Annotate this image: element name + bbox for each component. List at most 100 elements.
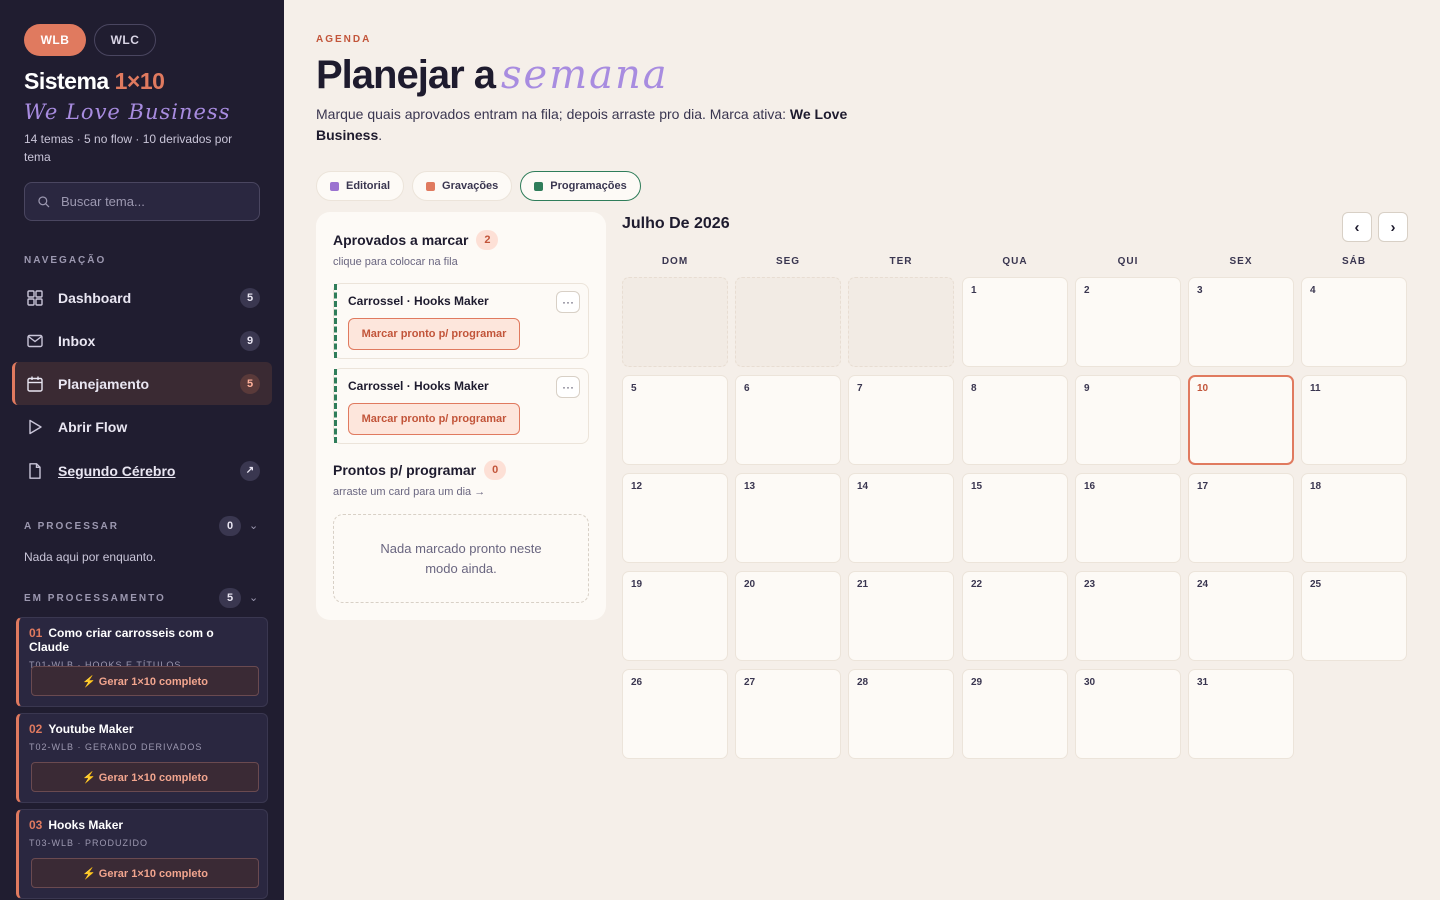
approved-hint: clique para colocar na fila <box>333 256 458 268</box>
nav-item-planejamento[interactable]: Planejamento 5 <box>12 362 272 405</box>
day-number: 4 <box>1310 285 1316 296</box>
mark-ready-button[interactable]: Marcar pronto p/ programar <box>348 318 520 350</box>
nav-item-label: Abrir Flow <box>58 418 128 435</box>
page-title-script: semana <box>501 52 669 98</box>
calendar-day[interactable]: 5 <box>622 375 728 465</box>
brand-button-wlb[interactable]: WLB <box>24 24 86 56</box>
day-number: 7 <box>857 383 863 394</box>
filter-programacoes[interactable]: Programações <box>520 171 641 201</box>
calendar-day[interactable]: 7 <box>848 375 954 465</box>
theme-card[interactable]: 01 Como criar carrosseis com o Claude T01… <box>16 617 268 707</box>
filter-editorial[interactable]: Editorial <box>316 171 405 201</box>
next-month-button[interactable]: › <box>1378 212 1408 242</box>
app-meta: 14 temas · 5 no flow · 10 derivados por … <box>24 132 233 164</box>
nav-section-label: NAVEGAÇÃO <box>24 255 107 266</box>
calendar-day[interactable]: 16 <box>1075 473 1181 563</box>
calendar-empty-cell <box>848 277 954 367</box>
more-options-icon[interactable]: ··· <box>556 291 580 313</box>
calendar-day[interactable]: 15 <box>962 473 1068 563</box>
calendar-day[interactable]: 11 <box>1301 375 1407 465</box>
calendar-day[interactable]: 14 <box>848 473 954 563</box>
nav-item-segundo-cerebro[interactable]: Segundo Cérebro ↗ <box>12 449 272 492</box>
nav-item-dashboard[interactable]: Dashboard 5 <box>12 276 272 319</box>
theme-card-title: 01 Como criar carrosseis com o Claude <box>29 626 257 654</box>
calendar-day[interactable]: 29 <box>962 669 1068 759</box>
calendar-day[interactable]: 21 <box>848 571 954 661</box>
day-number: 12 <box>631 481 643 492</box>
app-title-accent: 1×10 <box>114 68 165 94</box>
calendar-day[interactable]: 9 <box>1075 375 1181 465</box>
day-number: 8 <box>971 383 977 394</box>
weekday-label: DOM <box>661 256 689 267</box>
calendar-day[interactable]: 24 <box>1188 571 1294 661</box>
search-icon <box>38 195 50 207</box>
nav-item-abrir-flow[interactable]: Abrir Flow <box>12 405 272 448</box>
calendar-day[interactable]: 12 <box>622 473 728 563</box>
card-dashed-bar <box>334 369 337 443</box>
generate-button[interactable]: ⚡ Gerar 1×10 completo <box>31 666 259 696</box>
calendar-day[interactable]: 31 <box>1188 669 1294 759</box>
calendar-day[interactable]: 13 <box>735 473 841 563</box>
generate-button[interactable]: ⚡ Gerar 1×10 completo <box>31 858 259 888</box>
calendar-day[interactable]: 19 <box>622 571 728 661</box>
calendar-day[interactable]: 3 <box>1188 277 1294 367</box>
calendar-day[interactable]: 17 <box>1188 473 1294 563</box>
generate-button[interactable]: ⚡ Gerar 1×10 completo <box>31 762 259 792</box>
theme-card-title-text: Como criar carrosseis com o Claude <box>29 626 214 654</box>
calendar-month-title: Julho De 2026 <box>622 215 730 232</box>
weekday-label: SEG <box>775 256 801 267</box>
theme-card-number: 02 <box>29 722 43 736</box>
calendar-day[interactable]: 25 <box>1301 571 1407 661</box>
theme-card[interactable]: 03 Hooks Maker T03-WLB · PRODUZIDO ⚡ Gera… <box>16 809 268 899</box>
play-icon <box>29 419 42 434</box>
theme-card[interactable]: 02 Youtube Maker T02-WLB · GERANDO DERIVA… <box>16 713 268 803</box>
processing-empty-note: Nada aqui por enquanto. <box>24 550 157 564</box>
calendar-day[interactable]: 4 <box>1301 277 1407 367</box>
more-options-icon[interactable]: ··· <box>556 376 580 398</box>
day-number: 31 <box>1197 677 1209 688</box>
approved-card[interactable]: Carrossel · Hooks Maker ··· Marcar pront… <box>333 368 589 444</box>
calendar-day[interactable]: 27 <box>735 669 841 759</box>
app-subtitle: We Love Business <box>24 100 231 124</box>
approved-count: 2 <box>476 230 499 250</box>
filter-label: Programações <box>550 180 627 192</box>
filter-gravacoes[interactable]: Gravações <box>412 171 513 201</box>
chevron-down-icon[interactable]: ⌄ <box>249 591 258 604</box>
prev-month-button[interactable]: ‹ <box>1342 212 1372 242</box>
day-number: 9 <box>1084 383 1090 394</box>
mark-ready-button[interactable]: Marcar pronto p/ programar <box>348 403 520 435</box>
approved-card[interactable]: Carrossel · Hooks Maker ··· Marcar pront… <box>333 283 589 359</box>
filter-label: Gravações <box>442 180 499 192</box>
day-number: 11 <box>1310 383 1321 394</box>
weekday-label: SÁB <box>1341 256 1367 267</box>
nav-badge: 9 <box>240 330 260 351</box>
calendar-day[interactable]: 6 <box>735 375 841 465</box>
day-number: 27 <box>744 677 756 688</box>
calendar-day-today[interactable]: 10 <box>1188 375 1294 465</box>
nav-item-inbox[interactable]: Inbox 9 <box>12 319 272 362</box>
calendar-day[interactable]: 22 <box>962 571 1068 661</box>
calendar-day[interactable]: 18 <box>1301 473 1407 563</box>
nav-item-label: Inbox <box>58 332 96 349</box>
theme-card-number: 01 <box>29 626 43 640</box>
calendar-day[interactable]: 23 <box>1075 571 1181 661</box>
calendar-empty-cell <box>622 277 728 367</box>
in-progress-count: 5 <box>219 588 241 608</box>
processing-section-label: A PROCESSAR <box>24 521 119 532</box>
calendar-day[interactable]: 30 <box>1075 669 1181 759</box>
day-number: 24 <box>1197 579 1209 590</box>
calendar-day[interactable]: 2 <box>1075 277 1181 367</box>
day-number: 6 <box>744 383 750 394</box>
calendar-day[interactable]: 26 <box>622 669 728 759</box>
search-input[interactable] <box>61 194 241 209</box>
calendar-day[interactable]: 28 <box>848 669 954 759</box>
calendar-day[interactable]: 8 <box>962 375 1068 465</box>
day-number: 30 <box>1084 677 1096 688</box>
chevron-down-icon[interactable]: ⌄ <box>249 519 258 532</box>
calendar-day[interactable]: 1 <box>962 277 1068 367</box>
day-number: 15 <box>971 481 983 492</box>
brand-button-wlc[interactable]: WLC <box>94 24 156 56</box>
calendar-day[interactable]: 20 <box>735 571 841 661</box>
ready-drop-zone[interactable]: Nada marcado pronto neste modo ainda. <box>333 514 589 603</box>
mode-filters: Editorial Gravações Programações <box>316 171 641 201</box>
